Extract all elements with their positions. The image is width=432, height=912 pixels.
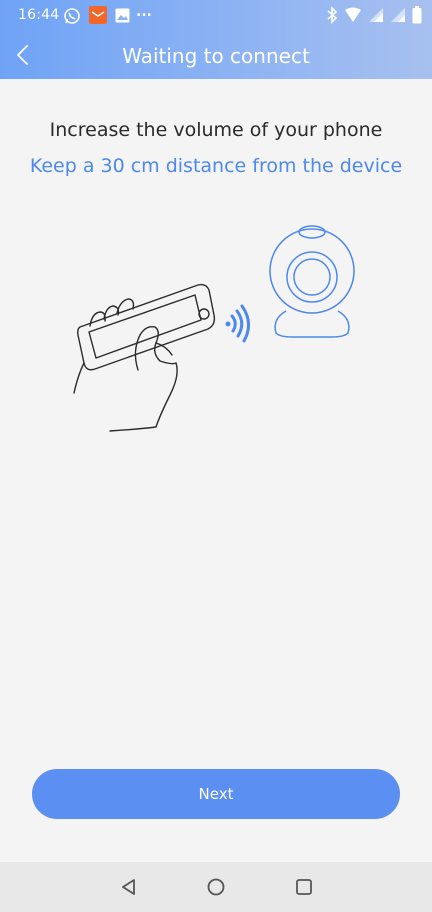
- whatsapp-icon: [63, 7, 81, 29]
- header: 16:44 ... Waiting to connect: [0, 0, 432, 79]
- signal-icon: [368, 7, 384, 27]
- camera-device-icon: [269, 225, 355, 338]
- gallery-icon: [115, 8, 130, 27]
- home-circle-icon: [207, 878, 225, 896]
- instruction-distance: Keep a 30 cm distance from the device: [29, 155, 403, 177]
- nav-back-button[interactable]: [117, 875, 141, 899]
- battery-icon: [412, 6, 422, 28]
- status-right-icons: [326, 6, 422, 28]
- nav-recents-button[interactable]: [292, 875, 316, 899]
- hand-holding-phone-icon: [73, 283, 216, 432]
- mail-app-icon: [89, 6, 107, 28]
- bluetooth-icon: [326, 6, 338, 28]
- sound-waves-icon: [225, 304, 250, 343]
- recents-square-icon: [296, 879, 312, 895]
- app-bar: Waiting to connect: [0, 32, 432, 79]
- signal-icon: [390, 7, 406, 27]
- screen: 16:44 ... Waiting to connect Increase th…: [0, 0, 432, 912]
- nav-home-button[interactable]: [204, 875, 228, 899]
- back-triangle-icon: [122, 879, 135, 895]
- instruction-volume: Increase the volume of your phone: [49, 119, 383, 141]
- more-notifications-indicator: ...: [136, 4, 152, 20]
- pairing-illustration: [73, 225, 355, 432]
- page-title: Waiting to connect: [122, 44, 310, 68]
- status-bar: 16:44 ...: [0, 0, 432, 32]
- next-button[interactable]: Next: [32, 769, 400, 819]
- wifi-icon: [344, 7, 362, 27]
- system-nav-bar: [0, 862, 432, 912]
- status-time: 16:44: [18, 7, 60, 23]
